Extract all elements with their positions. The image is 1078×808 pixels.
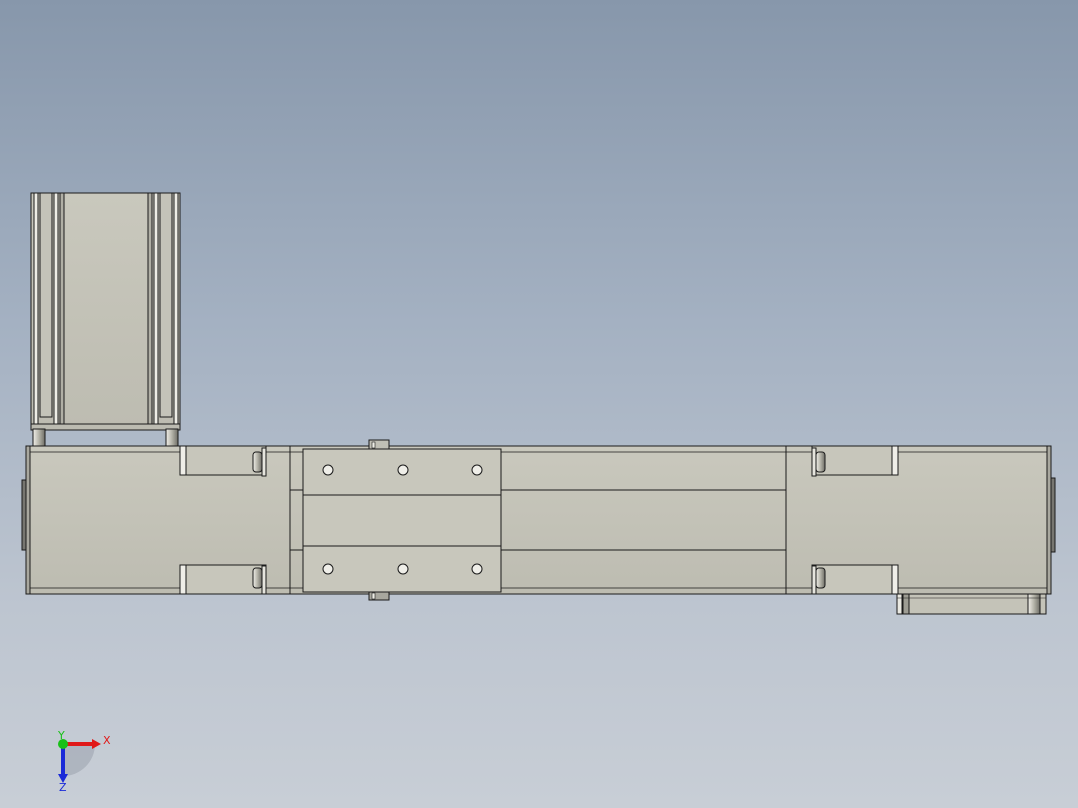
triad-z-label: Z (59, 781, 67, 794)
triad-x-label: X (103, 734, 111, 747)
sensor-bracket[interactable] (896, 593, 1047, 615)
coordinate-triad: X Y Z (57, 729, 111, 794)
triad-y-label: Y (57, 729, 65, 742)
motor-housing[interactable] (30, 192, 181, 448)
graphics-viewport[interactable]: X Y Z (0, 0, 1078, 808)
axis-body[interactable] (21, 445, 1056, 595)
carriage[interactable] (302, 439, 502, 601)
model-view[interactable]: X Y Z (0, 0, 1078, 808)
